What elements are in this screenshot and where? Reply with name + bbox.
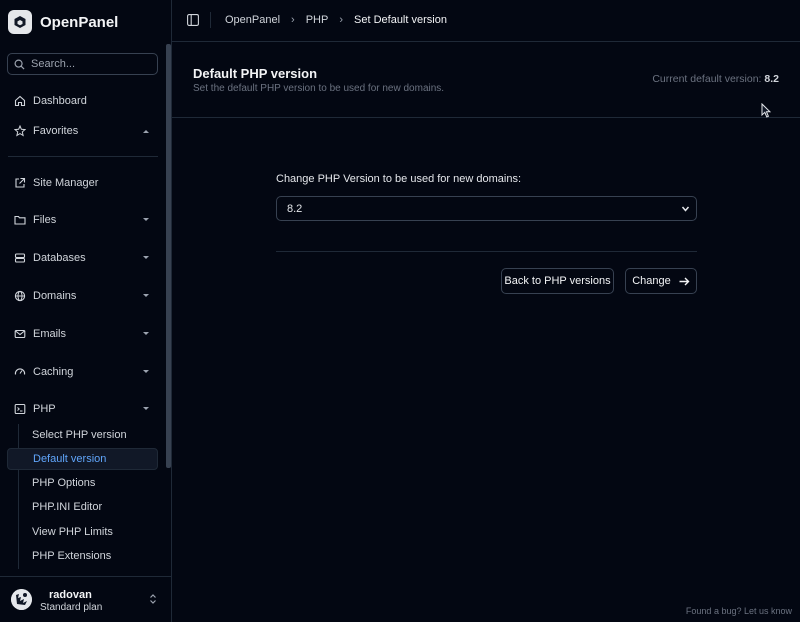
sidebar-item-caching[interactable]: Caching — [7, 360, 158, 384]
home-icon — [13, 95, 26, 108]
back-to-php-versions-button[interactable]: Back to PHP versions — [501, 268, 614, 294]
chevron-right-icon: › — [339, 14, 344, 26]
openpanel-logo-icon — [8, 10, 32, 34]
sidebar-subitem-default-version[interactable]: Default version — [7, 448, 158, 470]
php-version-select[interactable]: 8.2 — [276, 196, 697, 221]
current-default-version: Current default version: 8.2 — [652, 73, 779, 85]
page-title: Default PHP version — [193, 66, 318, 81]
user-name: radovan — [49, 589, 92, 601]
star-icon — [13, 125, 26, 138]
user-plan: Standard plan — [40, 602, 103, 613]
globe-icon — [13, 290, 26, 303]
breadcrumb: OpenPanel › PHP › Set Default version — [225, 14, 447, 26]
mouse-cursor-icon — [761, 103, 771, 118]
change-button-label: Change — [632, 275, 671, 287]
sidebar-item-site-manager[interactable]: Site Manager — [7, 171, 158, 195]
php-version-selected: 8.2 — [287, 202, 303, 215]
avatar — [11, 589, 32, 610]
mail-icon — [13, 328, 26, 341]
gauge-icon — [13, 366, 26, 379]
folder-icon — [13, 214, 26, 227]
breadcrumb-current: Set Default version — [354, 14, 447, 26]
chevron-down-icon — [143, 256, 149, 259]
sidebar-item-label: Databases — [33, 252, 86, 264]
brand-name: OpenPanel — [40, 13, 119, 31]
sidebar-subitem-view-php-limits[interactable]: View PHP Limits — [7, 521, 158, 543]
page-header: Default PHP version Set the default PHP … — [172, 42, 800, 118]
sidebar-item-php[interactable]: PHP — [7, 397, 158, 421]
chevron-down-icon — [143, 218, 149, 221]
change-button[interactable]: Change — [625, 268, 697, 294]
chevron-down-icon — [143, 370, 149, 373]
sidebar-item-databases[interactable]: Databases — [7, 246, 158, 270]
sidebar-item-domains[interactable]: Domains — [7, 284, 158, 308]
sidebar-item-label: Files — [33, 214, 57, 226]
current-version-value: 8.2 — [764, 73, 779, 85]
page-subtitle: Set the default PHP version to be used f… — [193, 83, 445, 94]
chevron-right-icon: › — [291, 14, 295, 26]
breadcrumb-php[interactable]: PHP — [306, 14, 329, 26]
sidebar-item-favorites[interactable]: Favorites — [7, 119, 158, 143]
sidebar-divider — [8, 156, 158, 157]
sidebar-item-label: Caching — [33, 366, 74, 378]
terminal-icon — [13, 403, 26, 416]
brand[interactable]: OpenPanel — [8, 8, 118, 36]
sidebar-subitem-php-options[interactable]: PHP Options — [7, 472, 158, 494]
chevron-down-icon — [681, 206, 690, 212]
search-box[interactable] — [7, 53, 158, 75]
sidebar-scrollbar[interactable] — [166, 44, 171, 468]
sidebar-item-emails[interactable]: Emails — [7, 322, 158, 346]
sidebar-item-dashboard[interactable]: Dashboard — [7, 89, 158, 113]
form-divider — [276, 251, 697, 252]
chevron-down-icon — [143, 294, 149, 297]
php-version-label: Change PHP Version to be used for new do… — [276, 173, 522, 185]
sidebar-item-label: Domains — [33, 290, 77, 302]
breadcrumb-openpanel[interactable]: OpenPanel — [225, 14, 280, 26]
database-icon — [13, 252, 26, 265]
sidebar-item-label: PHP — [33, 403, 56, 415]
sidebar-toggle-icon[interactable] — [187, 14, 199, 26]
chevron-down-icon — [143, 407, 149, 410]
sidebar-item-label: Dashboard — [33, 95, 87, 107]
current-version-label: Current default version: — [652, 73, 762, 85]
sidebar: OpenPanel Dashboard Favorites Site Manag… — [0, 0, 172, 622]
sidebar-item-label: Emails — [33, 328, 67, 340]
topbar: OpenPanel › PHP › Set Default version — [172, 0, 800, 42]
report-bug-link[interactable]: Found a bug? Let us know — [686, 606, 792, 616]
sidebar-item-label: Site Manager — [33, 177, 99, 189]
sidebar-subitem-select-php-version[interactable]: Select PHP version — [7, 424, 158, 446]
search-input[interactable] — [31, 58, 151, 70]
chevron-up-icon — [143, 130, 149, 133]
chevron-down-icon — [143, 332, 149, 335]
sidebar-subitem-php-ini-editor[interactable]: PHP.INI Editor — [7, 496, 158, 518]
arrow-right-icon — [679, 277, 690, 285]
external-link-icon — [13, 177, 26, 190]
sidebar-subitem-php-extensions[interactable]: PHP Extensions — [7, 545, 158, 567]
topbar-separator — [210, 12, 211, 28]
search-icon — [14, 59, 25, 70]
sidebar-item-files[interactable]: Files — [7, 208, 158, 232]
chevrons-up-down-icon[interactable] — [149, 593, 157, 605]
sidebar-item-label: Favorites — [33, 125, 79, 137]
user-menu[interactable]: radovan Standard plan — [0, 576, 171, 622]
